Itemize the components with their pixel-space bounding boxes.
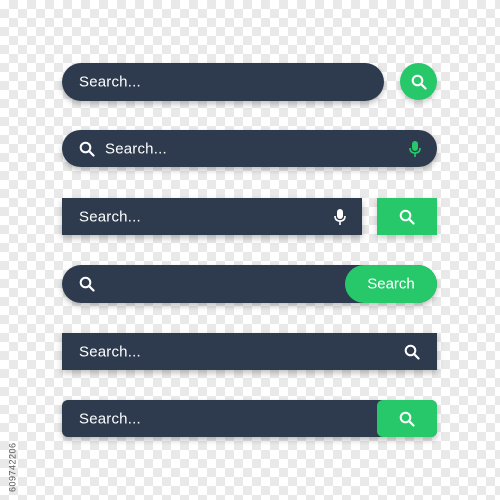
search-placeholder: Search... [105, 140, 167, 157]
search-button-6[interactable] [377, 400, 437, 437]
search-button-label: Search [367, 275, 415, 293]
search-bar-4[interactable]: Search [62, 265, 437, 303]
search-icon [79, 276, 95, 292]
search-placeholder: Search... [79, 73, 141, 91]
search-icon [399, 209, 415, 225]
microphone-icon[interactable] [408, 140, 422, 158]
search-bar-6[interactable]: Search... [62, 400, 437, 437]
search-placeholder: Search... [79, 410, 141, 427]
search-bar-2[interactable]: Search... [62, 130, 437, 167]
search-placeholder: Search... [79, 343, 141, 360]
search-placeholder: Search... [79, 208, 141, 225]
search-button-4[interactable]: Search [345, 265, 437, 303]
search-button-3[interactable] [377, 198, 437, 235]
search-bar-1[interactable]: Search... [62, 63, 429, 101]
stock-watermark-id: 609742206 [8, 442, 18, 492]
search-bar-3[interactable]: Search... [62, 198, 362, 235]
search-icon [399, 411, 415, 427]
search-bar-5[interactable]: Search... [62, 333, 437, 370]
search-icon[interactable] [404, 344, 420, 360]
search-button-1[interactable] [400, 63, 437, 100]
search-icon [411, 74, 427, 90]
search-icon [79, 141, 95, 157]
microphone-icon[interactable] [333, 208, 347, 226]
